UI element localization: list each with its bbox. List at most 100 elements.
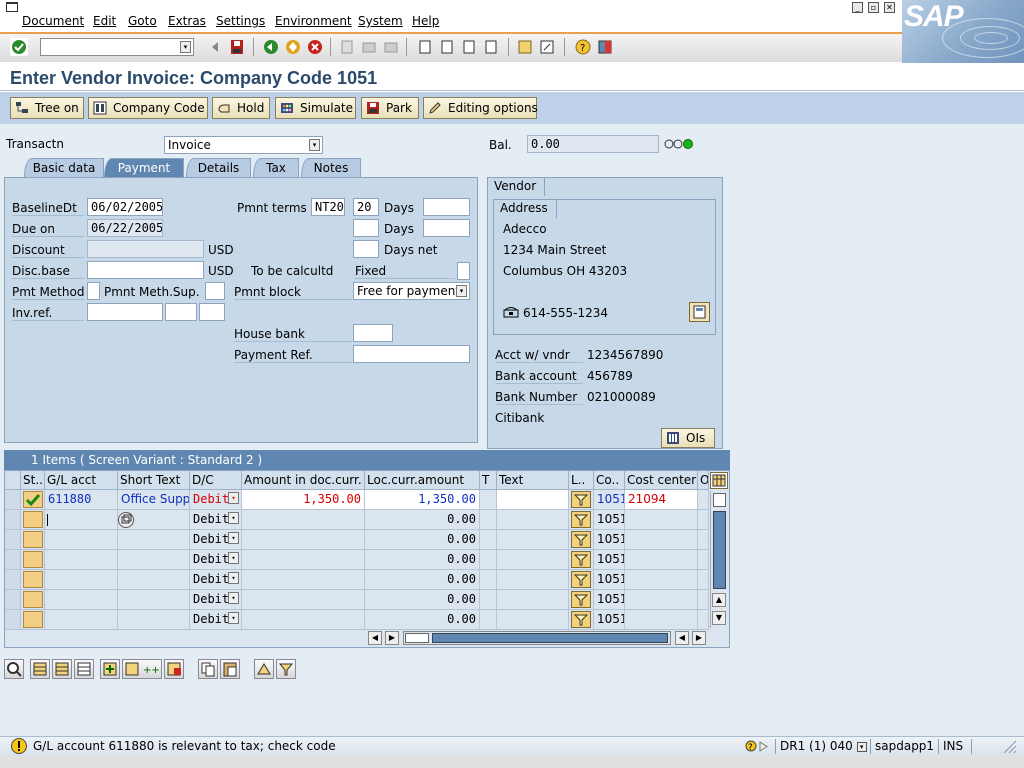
tab-tax[interactable]: Tax	[253, 158, 299, 178]
dc-cell[interactable]: Debit ▾	[190, 570, 242, 590]
vertical-scroll-thumb[interactable]	[713, 511, 726, 589]
chevron-down-icon[interactable]: ▾	[228, 492, 239, 504]
dc-cell[interactable]: Debit ▾	[190, 510, 242, 530]
tree-on-button[interactable]: Tree on	[10, 97, 84, 119]
discbase-field[interactable]	[87, 261, 204, 279]
fixed-checkbox[interactable]	[457, 262, 470, 280]
text-cell[interactable]	[497, 490, 569, 510]
funnel-icon[interactable]	[571, 571, 591, 588]
dc-cell[interactable]: Debit ▾	[190, 590, 242, 610]
tax-cell[interactable]	[480, 590, 497, 610]
funnel-icon[interactable]	[571, 511, 591, 528]
short-text-cell[interactable]	[118, 610, 190, 630]
save-history-icon[interactable]	[206, 38, 224, 56]
row-selector[interactable]	[5, 490, 21, 510]
copy-icon[interactable]	[198, 659, 218, 679]
scroll-left-icon[interactable]: ◀	[675, 631, 689, 645]
row-selector-header[interactable]	[5, 471, 21, 490]
chevron-down-icon[interactable]: ▾	[228, 532, 239, 544]
funnel-icon[interactable]	[571, 491, 591, 508]
text-cell[interactable]	[497, 610, 569, 630]
short-text-cell[interactable]	[118, 570, 190, 590]
text-cell[interactable]	[497, 590, 569, 610]
o-cell[interactable]	[698, 570, 709, 590]
transactn-select[interactable]: Invoice ▾	[164, 136, 323, 154]
row-selector[interactable]	[5, 510, 21, 530]
o-cell[interactable]	[698, 590, 709, 610]
status-message[interactable]: G/L account 611880 is relevant to tax; c…	[33, 739, 336, 753]
loc-amount-cell[interactable]: 0.00	[365, 570, 480, 590]
menu-help[interactable]: Help	[412, 14, 439, 28]
cancel-icon[interactable]	[306, 38, 324, 56]
table-settings-icon[interactable]	[710, 472, 728, 489]
minimize-icon[interactable]: _	[852, 2, 863, 13]
amount-doc-cell[interactable]	[242, 590, 365, 610]
tab-payment[interactable]: Payment	[104, 158, 184, 178]
cost-center-cell[interactable]	[625, 550, 698, 570]
company-cell[interactable]: 1051	[594, 490, 625, 510]
tax-cell[interactable]	[480, 510, 497, 530]
system-menu-icon[interactable]	[6, 2, 18, 12]
text-cell[interactable]	[497, 570, 569, 590]
cost-center-cell[interactable]: 21094	[625, 490, 698, 510]
chevron-down-icon[interactable]: ▾	[228, 612, 239, 624]
shortcut-icon[interactable]	[538, 38, 556, 56]
company-cell[interactable]: 1051	[594, 530, 625, 550]
house-bank-field[interactable]	[353, 324, 393, 342]
pmnt-meth-sup-field[interactable]	[205, 282, 225, 300]
session-dropdown-icon[interactable]: ▾	[856, 741, 867, 752]
loc-amount-cell[interactable]: 1,350.00	[365, 490, 480, 510]
col-tax[interactable]: T	[480, 471, 497, 490]
dc-cell[interactable]: Debit ▾	[190, 550, 242, 570]
chevron-down-icon[interactable]: ▾	[228, 592, 239, 604]
company-cell[interactable]: 1051	[594, 610, 625, 630]
first-page-icon[interactable]	[416, 38, 434, 56]
next-page-icon[interactable]	[460, 38, 478, 56]
open-items-button[interactable]: OIs	[661, 428, 715, 448]
l-cell[interactable]	[569, 510, 594, 530]
baseline-date-field[interactable]: 06/02/2005	[87, 198, 163, 216]
select-all-icon[interactable]	[30, 659, 50, 679]
pct1-field[interactable]	[423, 198, 470, 216]
l-cell[interactable]	[569, 590, 594, 610]
paste-icon[interactable]	[220, 659, 240, 679]
horizontal-scrollbar[interactable]	[403, 631, 671, 645]
system-info-icon[interactable]: ?	[745, 739, 771, 757]
col-l[interactable]: L..	[569, 471, 594, 490]
cost-center-cell[interactable]	[625, 510, 698, 530]
sort-icon[interactable]	[254, 659, 274, 679]
append-rows-icon[interactable]: ++	[122, 659, 162, 679]
col-gl-acct[interactable]: G/L acct	[45, 471, 118, 490]
cost-center-cell[interactable]	[625, 530, 698, 550]
funnel-icon[interactable]	[571, 551, 591, 568]
status-cell[interactable]	[21, 610, 45, 630]
menu-system[interactable]: System	[358, 14, 403, 28]
dc-cell[interactable]: Debit ▾	[190, 530, 242, 550]
col-amount-doc[interactable]: Amount in doc.curr.	[242, 471, 365, 490]
scroll-right-icon[interactable]: ▶	[692, 631, 706, 645]
back-icon[interactable]	[262, 38, 280, 56]
scroll-down-icon[interactable]: ▼	[712, 611, 726, 625]
o-cell[interactable]	[698, 490, 709, 510]
o-cell[interactable]	[698, 550, 709, 570]
o-cell[interactable]	[698, 510, 709, 530]
status-cell[interactable]	[21, 590, 45, 610]
days1-field[interactable]: 20	[353, 198, 379, 216]
menu-edit[interactable]: Edit	[93, 14, 116, 28]
amount-doc-cell[interactable]	[242, 530, 365, 550]
l-cell[interactable]	[569, 570, 594, 590]
funnel-icon[interactable]	[571, 611, 591, 628]
l-cell[interactable]	[569, 530, 594, 550]
col-o[interactable]: O	[698, 471, 709, 490]
tab-basic-data[interactable]: Basic data	[24, 158, 104, 178]
col-dc[interactable]: D/C	[190, 471, 242, 490]
company-cell[interactable]: 1051	[594, 550, 625, 570]
scroll-up-icon[interactable]: ▲	[712, 593, 726, 607]
tax-cell[interactable]	[480, 570, 497, 590]
col-text[interactable]: Text	[497, 471, 569, 490]
find-icon[interactable]	[360, 38, 378, 56]
inv-ref-year-field[interactable]	[165, 303, 197, 321]
horizontal-scroll-thumb[interactable]	[432, 633, 668, 643]
gl-acct-cell[interactable]	[45, 610, 118, 630]
scroll-first-icon[interactable]: ◀	[368, 631, 382, 645]
